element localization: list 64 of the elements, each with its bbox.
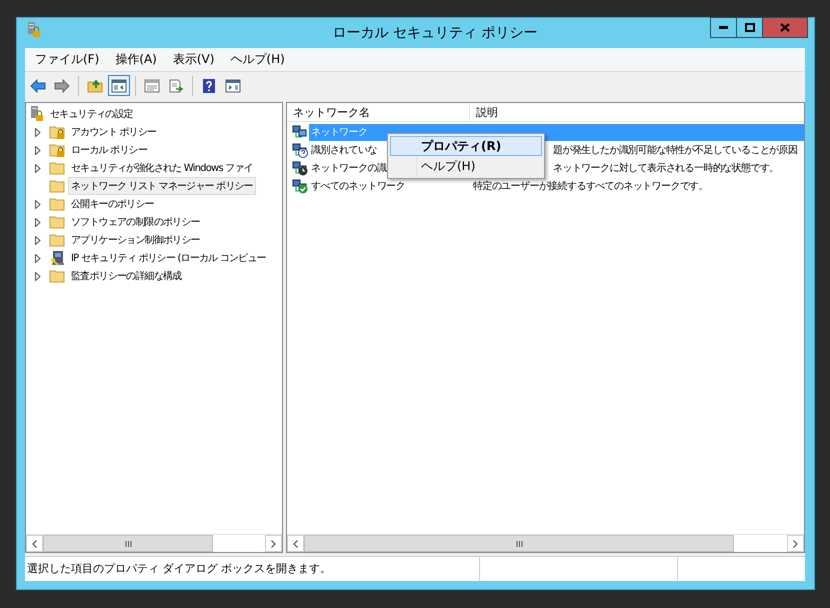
tree-item[interactable]: 公開キーのポリシー [68,195,157,213]
tree-item[interactable]: ネットワーク リスト マネージャー ポリシー [68,177,256,195]
tree-item[interactable]: セキュリティが強化された Windows ファイ [68,159,256,177]
menu-item[interactable]: ヘルプ(H) [222,49,293,70]
computer-key-icon [49,250,65,266]
scroll-right-icon[interactable] [793,540,798,548]
folder-icon [49,269,65,283]
folder-icon [49,179,65,193]
scroll-left-icon[interactable] [32,540,37,548]
help-icon [202,78,216,94]
folder-icon [49,215,65,229]
network-name[interactable]: すべてのネットワーク [309,179,467,193]
menu-item[interactable]: 表示(V) [164,49,222,70]
tree-item[interactable]: アカウント ポリシー [68,123,160,141]
window-icon [144,78,160,92]
scroll-left-icon[interactable] [293,540,298,548]
folder-icon [49,233,65,247]
server-lock-icon [30,106,44,122]
menu-item[interactable]: ファイル(F) [27,49,108,70]
scrollbar-thumb[interactable] [304,535,734,552]
network-check-icon [292,178,308,194]
network-icon [292,124,308,140]
locked-folder-icon [49,125,65,139]
forward-arrow-icon [54,78,70,92]
tree-button[interactable] [108,75,130,96]
description-cell-text: 特定のユーザーが接続するすべてのネットワークです。 [472,180,710,193]
folder-icon [49,161,65,175]
description-cell-text: ネットワークに対して表示される一時的な状態です。 [552,162,780,175]
description-cell-text: 題が発生したか識別可能な特性が不足していることが原因 [552,144,798,157]
scrollbar-thumb[interactable] [43,535,213,552]
network-clock-icon [292,160,308,176]
pane-icon [111,78,127,92]
menu-item[interactable]: 操作(A) [107,49,165,70]
close-icon [780,23,790,32]
context-menu-item[interactable]: プロパティ(R) [390,136,542,156]
horizontal-scrollbar[interactable] [287,534,804,552]
scroll-right-icon[interactable] [271,540,276,548]
tree-item[interactable]: セキュリティの設定 [47,105,136,123]
tree-item[interactable]: 監査ポリシーの詳細な構成 [68,267,184,285]
folder-up-icon [87,78,103,92]
maximize-icon [744,23,754,32]
folder-icon [49,197,65,211]
pane-icon [225,78,241,92]
grip-icon [516,540,522,546]
maximize-button[interactable] [736,17,763,38]
tree-item[interactable]: アプリケーション制御ポリシー [68,231,203,249]
window-title: ローカル セキュリティ ポリシー [332,24,538,42]
document-arrow-icon [168,78,184,92]
column-header[interactable]: ネットワーク名 [287,103,470,121]
minimize-button[interactable] [710,17,737,38]
locked-folder-icon [49,143,65,157]
tree-item[interactable]: ソフトウェアの制限のポリシー [68,213,203,231]
horizontal-scrollbar[interactable] [26,534,282,552]
tree-item[interactable]: IP セキュリティ ポリシー (ローカル コンピュー [68,249,269,267]
tree-item[interactable]: ローカル ポリシー [68,141,150,159]
grip-icon [124,540,132,546]
column-header[interactable]: 説明 [470,103,504,121]
minimize-icon [719,26,728,29]
network-question-icon [292,142,308,158]
context-menu-item[interactable]: ヘルプ(H) [390,156,542,176]
back-arrow-icon [30,78,46,92]
close-button[interactable] [762,17,808,38]
status-text: 選択した項目のプロパティ ダイアログ ボックスを開きます。 [25,557,480,581]
server-lock-icon [27,22,41,38]
